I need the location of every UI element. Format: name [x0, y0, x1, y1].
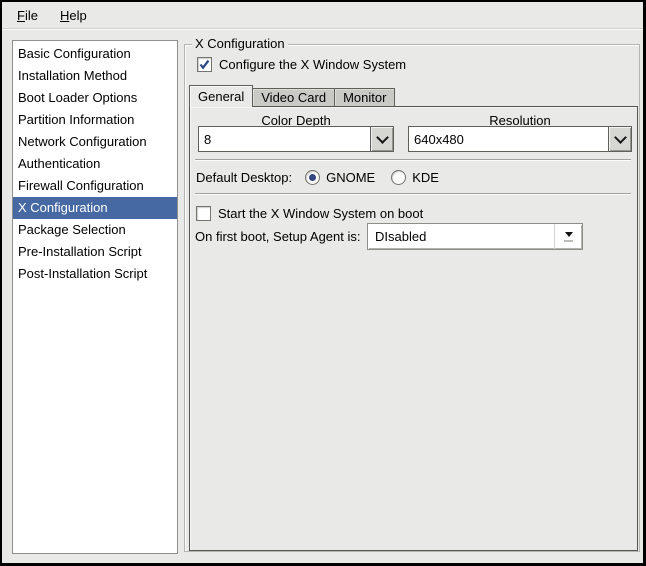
sidebar-item-boot-loader-options[interactable]: Boot Loader Options	[13, 87, 177, 109]
chevron-down-icon	[376, 131, 389, 144]
kde-radio[interactable]	[391, 170, 406, 185]
sidebar-item-authentication[interactable]: Authentication	[13, 153, 177, 175]
menu-help-mnemonic: H	[60, 8, 69, 23]
setup-agent-label: On first boot, Setup Agent is:	[195, 223, 360, 250]
separator	[195, 159, 631, 161]
kde-radio-label: KDE	[412, 170, 439, 185]
color-depth-dropdown-button[interactable]	[370, 127, 393, 151]
tab-monitor-label: Monitor	[343, 90, 386, 105]
sidebar-item-basic-configuration[interactable]: Basic Configuration	[13, 43, 177, 65]
setup-agent-arrow-area	[554, 224, 582, 249]
dropdown-arrow-icon	[565, 232, 573, 237]
chevron-down-icon	[614, 131, 627, 144]
color-depth-label: Color Depth	[198, 113, 394, 127]
menu-help-rest: elp	[69, 8, 86, 23]
sidebar-item-network-configuration[interactable]: Network Configuration	[13, 131, 177, 153]
checkmark-icon	[199, 59, 210, 70]
start-x-checkbox[interactable]	[196, 206, 211, 221]
sidebar-item-post-installation-script[interactable]: Post-Installation Script	[13, 263, 177, 285]
sidebar-item-partition-information[interactable]: Partition Information	[13, 109, 177, 131]
default-desktop-label: Default Desktop:	[196, 170, 292, 185]
tab-video-card-label: Video Card	[261, 90, 326, 105]
resolution-combobox[interactable]: 640x480	[408, 126, 632, 152]
color-depth-value: 8	[199, 127, 370, 151]
menu-file[interactable]: File	[10, 5, 45, 26]
start-x-row: Start the X Window System on boot	[196, 205, 423, 221]
kickstart-configurator-window: File Help Basic Configuration Installati…	[0, 0, 646, 566]
configure-x-label: Configure the X Window System	[219, 57, 406, 72]
tab-monitor[interactable]: Monitor	[334, 88, 395, 107]
sidebar-item-package-selection[interactable]: Package Selection	[13, 219, 177, 241]
resolution-dropdown-button[interactable]	[608, 127, 631, 151]
tab-general-label: General	[198, 89, 244, 104]
default-desktop-row: Default Desktop: GNOME KDE	[196, 166, 455, 188]
configure-x-row: Configure the X Window System	[197, 57, 406, 72]
start-x-label: Start the X Window System on boot	[218, 206, 423, 221]
menu-file-mnemonic: F	[17, 8, 25, 23]
dropdown-dash-icon	[564, 240, 573, 242]
gnome-radio[interactable]	[305, 170, 320, 185]
configure-x-checkbox[interactable]	[197, 57, 212, 72]
radio-group-gnome: GNOME	[305, 170, 375, 185]
resolution-label: Resolution	[408, 113, 632, 127]
frame-title: X Configuration	[192, 36, 288, 51]
setup-agent-value: DIsabled	[368, 224, 554, 249]
sidebar-item-x-configuration[interactable]: X Configuration	[13, 197, 177, 219]
x-configuration-frame: X Configuration Configure the X Window S…	[184, 44, 640, 552]
setup-agent-dropdown[interactable]: DIsabled	[367, 223, 583, 250]
sidebar-item-pre-installation-script[interactable]: Pre-Installation Script	[13, 241, 177, 263]
general-tab-panel: Color Depth Resolution 8 640x480 Default…	[189, 106, 638, 551]
color-depth-combobox[interactable]: 8	[198, 126, 394, 152]
tab-general[interactable]: General	[189, 85, 253, 107]
tab-strip: General Video Card Monitor	[189, 85, 395, 107]
menu-file-rest: ile	[25, 8, 38, 23]
sidebar-item-firewall-configuration[interactable]: Firewall Configuration	[13, 175, 177, 197]
gnome-radio-label: GNOME	[326, 170, 375, 185]
radio-dot-icon	[309, 174, 316, 181]
menu-bar: File Help	[2, 2, 643, 29]
separator	[195, 193, 631, 195]
category-list: Basic Configuration Installation Method …	[12, 40, 178, 554]
tab-video-card[interactable]: Video Card	[252, 88, 335, 107]
resolution-value: 640x480	[409, 127, 608, 151]
radio-group-kde: KDE	[391, 170, 439, 185]
menu-help[interactable]: Help	[53, 5, 94, 26]
sidebar-item-installation-method[interactable]: Installation Method	[13, 65, 177, 87]
